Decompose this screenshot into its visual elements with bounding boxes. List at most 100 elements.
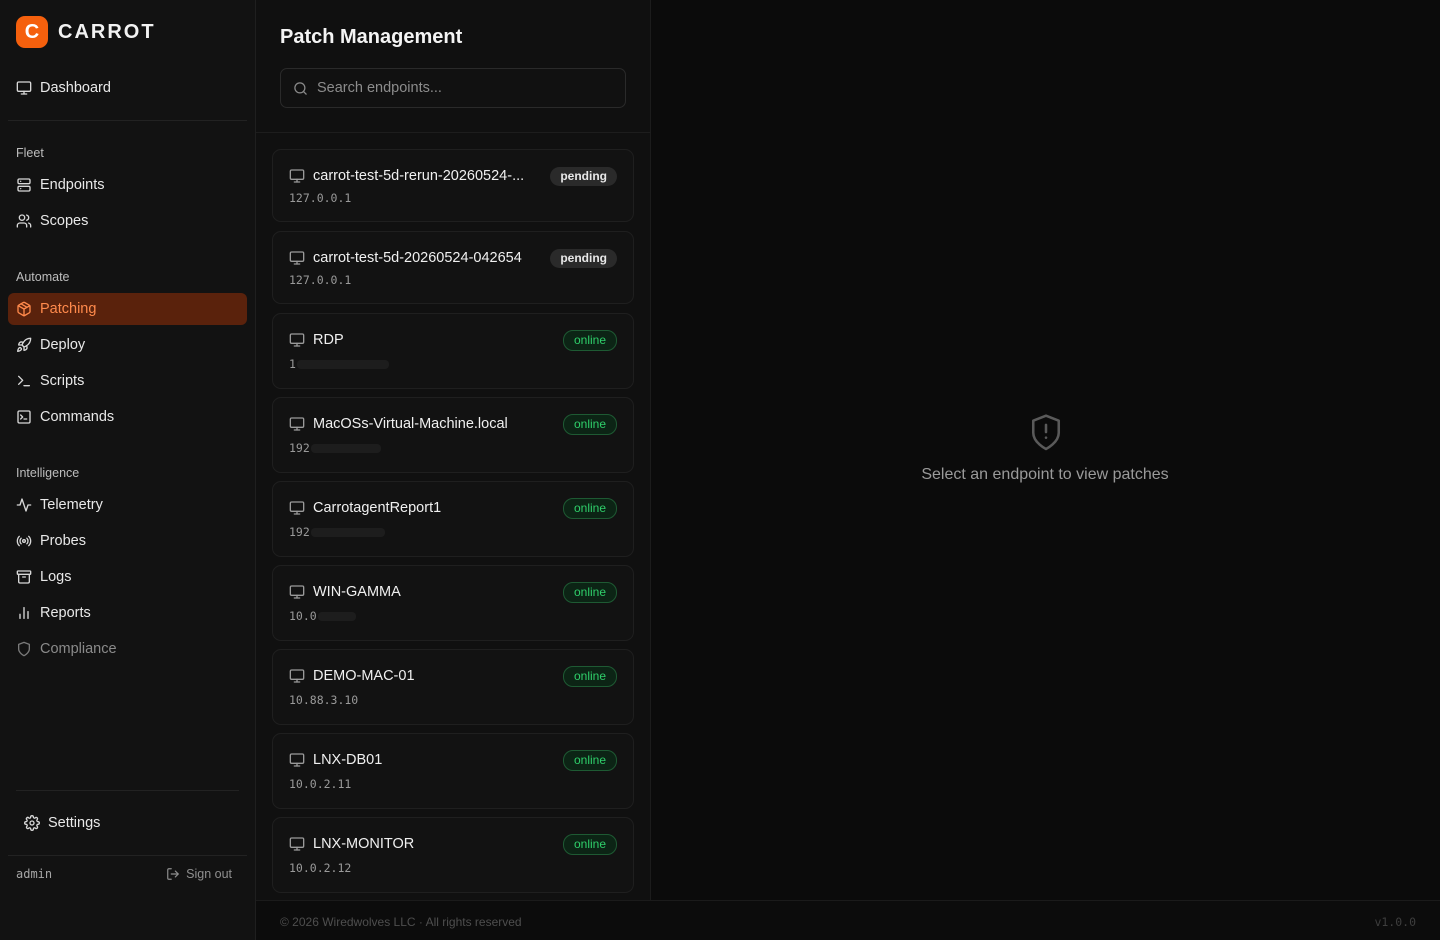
endpoint-card[interactable]: LNX-MONITOR online 10.0.2.12 [272, 817, 634, 893]
status-badge: online [562, 329, 617, 351]
package-icon [16, 301, 32, 317]
redacted-ip-mask [296, 360, 389, 369]
status-badge: online [562, 665, 617, 687]
endpoint-ip: 10.0 [289, 609, 317, 623]
sidebar-item-compliance[interactable]: Compliance [8, 633, 247, 665]
sidebar-item-label: Telemetry [40, 497, 103, 513]
sidebar-item-label: Settings [48, 815, 101, 831]
footer: © 2026 Wiredwolves LLC · All rights rese… [256, 900, 1440, 940]
endpoint-name: DEMO-MAC-01 [313, 668, 415, 684]
search-icon [293, 81, 308, 96]
sidebar-item-commands[interactable]: Commands [8, 401, 247, 433]
endpoint-ip: 127.0.0.1 [289, 191, 352, 205]
sidebar-divider [16, 790, 239, 791]
brand[interactable]: C CARROT [16, 16, 156, 48]
section-label-intelligence: Intelligence [16, 466, 80, 480]
endpoint-card[interactable]: CarrotagentReport1 online 192 [272, 481, 634, 557]
sign-out-button[interactable]: Sign out [166, 867, 232, 881]
endpoint-list-panel: Patch Management carrot-test-5d-rerun-20… [256, 0, 651, 900]
sidebar-divider [8, 855, 247, 856]
terminal-icon [16, 373, 32, 389]
sidebar-item-patching[interactable]: Patching [8, 293, 247, 325]
sidebar-item-label: Compliance [40, 641, 117, 657]
sidebar-item-label: Commands [40, 409, 115, 425]
panel-divider [256, 132, 651, 133]
endpoint-ip: 192 [289, 525, 310, 539]
empty-state-text: Select an endpoint to view patches [921, 466, 1169, 483]
endpoint-ip: 1 [289, 357, 296, 371]
endpoint-ip: 10.0.2.12 [289, 861, 352, 875]
sidebar-item-scripts[interactable]: Scripts [8, 365, 247, 397]
endpoint-name: carrot-test-5d-rerun-20260524-... [313, 168, 525, 184]
status-badge: pending [550, 248, 617, 268]
page-title: Patch Management [280, 26, 463, 48]
sidebar-item-logs[interactable]: Logs [8, 561, 247, 593]
sidebar-item-label: Patching [40, 301, 97, 317]
gear-icon [24, 815, 40, 831]
endpoint-card[interactable]: DEMO-MAC-01 online 10.88.3.10 [272, 649, 634, 725]
sidebar-item-settings[interactable]: Settings [16, 807, 239, 839]
monitor-icon [289, 836, 305, 852]
redacted-ip-mask [310, 444, 381, 453]
sidebar-item-label: Endpoints [40, 177, 105, 193]
copyright-text: © 2026 Wiredwolves LLC · All rights rese… [280, 915, 522, 929]
brand-logo: C [16, 16, 48, 48]
section-label-automate: Automate [16, 270, 70, 284]
user-row: admin Sign out [16, 866, 232, 882]
sidebar-item-probes[interactable]: Probes [8, 525, 247, 557]
username: admin [16, 867, 53, 881]
app-root: C CARROT Dashboard Fleet Endpoints Scope… [0, 0, 1440, 940]
endpoint-name: LNX-MONITOR [313, 836, 415, 852]
sidebar-item-telemetry[interactable]: Telemetry [8, 489, 247, 521]
sidebar-item-label: Logs [40, 569, 72, 585]
sidebar-item-deploy[interactable]: Deploy [8, 329, 247, 361]
endpoint-name: carrot-test-5d-20260524-042654 [313, 250, 522, 266]
endpoint-name: LNX-DB01 [313, 752, 383, 768]
archive-icon [16, 569, 32, 585]
endpoint-card[interactable]: MacOSs-Virtual-Machine.local online 192 [272, 397, 634, 473]
sidebar-item-label: Probes [40, 533, 86, 549]
shield-icon [16, 641, 32, 657]
endpoint-card[interactable]: carrot-test-5d-20260524-042654 pending 1… [272, 231, 634, 304]
monitor-icon [289, 416, 305, 432]
sidebar-item-dashboard[interactable]: Dashboard [8, 72, 247, 104]
monitor-icon [289, 500, 305, 516]
radio-icon [16, 533, 32, 549]
log-out-icon [166, 867, 180, 881]
status-badge: online [562, 581, 617, 603]
endpoint-card[interactable]: LNX-DB01 online 10.0.2.11 [272, 733, 634, 809]
bar-chart-icon [16, 605, 32, 621]
status-badge: online [562, 749, 617, 771]
endpoint-ip: 192 [289, 441, 310, 455]
sidebar: C CARROT Dashboard Fleet Endpoints Scope… [0, 0, 256, 940]
endpoint-card[interactable]: carrot-test-5d-rerun-20260524-... pendin… [272, 149, 634, 222]
endpoint-card[interactable]: WIN-GAMMA online 10.0 [272, 565, 634, 641]
sidebar-item-label: Scripts [40, 373, 85, 389]
sign-out-label: Sign out [186, 867, 232, 881]
sidebar-item-label: Deploy [40, 337, 86, 353]
patch-detail-pane: Select an endpoint to view patches [652, 0, 1440, 900]
sidebar-item-label: Reports [40, 605, 91, 621]
search-input[interactable] [317, 80, 617, 96]
endpoint-card[interactable]: RDP online 1 [272, 313, 634, 389]
endpoint-name: MacOSs-Virtual-Machine.local [313, 416, 508, 432]
version-label: v1.0.0 [1374, 915, 1416, 929]
sidebar-item-reports[interactable]: Reports [8, 597, 247, 629]
shield-alert-icon [1029, 412, 1063, 457]
monitor-icon [289, 332, 305, 348]
sidebar-item-label: Scopes [40, 213, 89, 229]
endpoint-ip-row: 192 [289, 441, 381, 455]
status-badge: online [562, 413, 617, 435]
status-badge: online [562, 497, 617, 519]
search-box[interactable] [280, 68, 626, 108]
sidebar-item-endpoints[interactable]: Endpoints [8, 169, 247, 201]
monitor-icon [289, 584, 305, 600]
command-box-icon [16, 409, 32, 425]
endpoint-name: CarrotagentReport1 [313, 500, 442, 516]
endpoint-name: WIN-GAMMA [313, 584, 401, 600]
status-badge: pending [550, 166, 617, 186]
sidebar-item-scopes[interactable]: Scopes [8, 205, 247, 237]
monitor-icon [16, 80, 32, 96]
endpoint-ip: 10.88.3.10 [289, 693, 359, 707]
brand-name: CARROT [58, 20, 156, 43]
